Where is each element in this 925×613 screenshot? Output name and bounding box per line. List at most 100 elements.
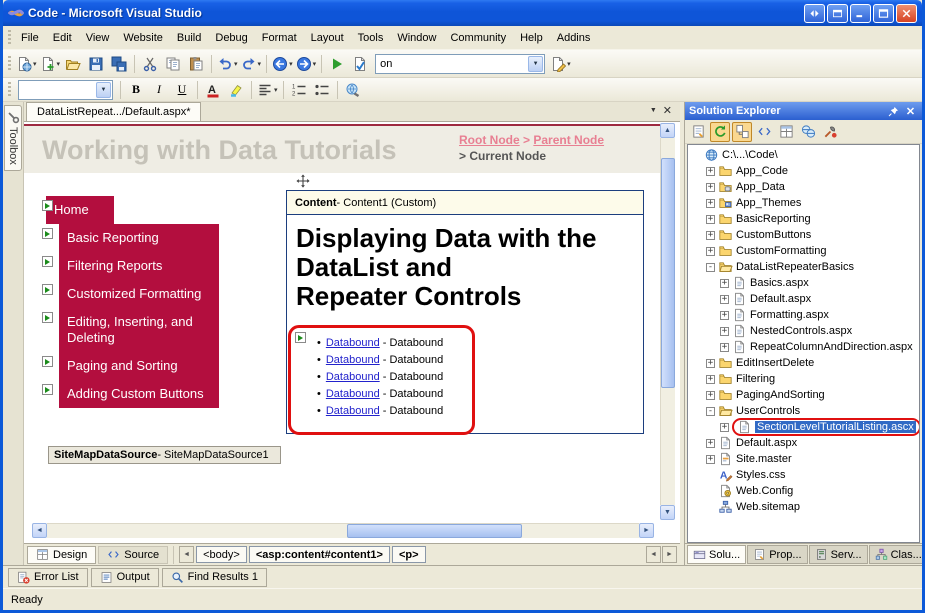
menu-layout[interactable]: Layout: [304, 28, 351, 48]
nav-forward-button[interactable]: ▾: [295, 53, 318, 75]
designer-menu-item-editing-inserting-and-deleting[interactable]: Editing, Inserting, and Deleting: [59, 308, 219, 352]
open-file-button[interactable]: [62, 53, 84, 75]
numbered-list-button[interactable]: 12: [288, 79, 310, 101]
maximize-button[interactable]: [873, 4, 894, 23]
se-tab-prop[interactable]: Prop...: [747, 545, 807, 564]
tree-item-customformatting[interactable]: +CustomFormatting: [688, 243, 919, 259]
menu-build[interactable]: Build: [170, 28, 208, 48]
scroll-down-icon[interactable]: ▼: [660, 505, 675, 520]
view-tab-design[interactable]: Design: [27, 546, 96, 564]
nest-related-button[interactable]: [732, 122, 752, 142]
horizontal-scrollbar[interactable]: ◄ ►: [32, 523, 654, 538]
nav-back-button[interactable]: ▾: [271, 53, 294, 75]
expand-icon[interactable]: +: [720, 279, 729, 288]
close-button[interactable]: ✕: [903, 104, 918, 118]
expand-icon[interactable]: +: [720, 311, 729, 320]
panel-tab-find-results-1[interactable]: Find Results 1: [162, 568, 267, 587]
databound-link[interactable]: Databound: [326, 354, 380, 366]
pin-button[interactable]: [886, 104, 901, 118]
designer-menu-item-adding-custom-buttons[interactable]: Adding Custom Buttons: [59, 380, 219, 408]
sitemapdatasource-control[interactable]: SiteMapDataSource - SiteMapDataSource1: [48, 446, 281, 464]
tree-item-pagingandsorting[interactable]: +PagingAndSorting: [688, 387, 919, 403]
copy-button[interactable]: [162, 53, 184, 75]
copy-website-button[interactable]: [798, 122, 818, 142]
expand-icon[interactable]: +: [706, 183, 715, 192]
tree-item-datalistrepeaterbasics[interactable]: -DataListRepeaterBasics: [688, 259, 919, 275]
designer-menu-item-filtering-reports[interactable]: Filtering Reports: [59, 252, 219, 280]
smart-tag-icon[interactable]: [42, 356, 53, 367]
tree-item-formatting-aspx[interactable]: +Formatting.aspx: [688, 307, 919, 323]
highlight-button[interactable]: [225, 79, 247, 101]
toolbar-combobox[interactable]: ▼: [18, 80, 113, 100]
view-code-button[interactable]: [754, 122, 774, 142]
scroll-left-icon[interactable]: ◄: [32, 523, 47, 538]
smart-tag-icon[interactable]: [42, 228, 53, 239]
add-item-button[interactable]: ▾: [39, 53, 62, 75]
format-bold-button[interactable]: B: [125, 79, 147, 101]
tree-item-app-code[interactable]: +App_Code: [688, 163, 919, 179]
databound-link[interactable]: Databound: [326, 405, 380, 417]
expand-icon[interactable]: +: [706, 439, 715, 448]
save-all-button[interactable]: [108, 53, 130, 75]
databound-link[interactable]: Databound: [326, 337, 380, 349]
move-handle-icon[interactable]: [296, 174, 310, 188]
tag-navigator-item[interactable]: <p>: [392, 546, 426, 563]
toolbar-combobox[interactable]: on▼: [375, 54, 545, 74]
properties-button[interactable]: [688, 122, 708, 142]
tree-item-app-data[interactable]: +App_Data: [688, 179, 919, 195]
paste-button[interactable]: [185, 53, 207, 75]
vertical-scrollbar[interactable]: ▲ ▼: [660, 123, 675, 520]
tree-item-repeatcolumnanddirection-aspx[interactable]: +RepeatColumnAndDirection.aspx: [688, 339, 919, 355]
se-tab-serv[interactable]: Serv...: [809, 545, 868, 564]
view-tab-source[interactable]: Source: [98, 546, 168, 564]
expand-icon[interactable]: +: [720, 423, 729, 432]
designer-menu-item-basic-reporting[interactable]: Basic Reporting: [59, 224, 219, 252]
expand-icon[interactable]: +: [706, 167, 715, 176]
expand-icon[interactable]: +: [720, 343, 729, 352]
expand-icon[interactable]: +: [706, 455, 715, 464]
tag-scroll-left-icon[interactable]: ◄: [646, 546, 661, 563]
vscroll-thumb[interactable]: [661, 158, 675, 388]
menu-view[interactable]: View: [79, 28, 117, 48]
find-pencil-button[interactable]: ▾: [549, 53, 572, 75]
menu-tools[interactable]: Tools: [351, 28, 391, 48]
panel-tab-output[interactable]: Output: [91, 568, 159, 587]
hscroll-thumb[interactable]: [347, 524, 522, 538]
hscroll-track[interactable]: [47, 523, 639, 538]
menubar-grip[interactable]: [8, 30, 11, 46]
hyperlink-button[interactable]: [342, 79, 364, 101]
tag-navigator-item[interactable]: <asp:content#content1>: [249, 546, 390, 563]
combobox-dropdown-icon[interactable]: ▼: [96, 82, 111, 98]
scroll-up-icon[interactable]: ▲: [660, 123, 675, 138]
tag-scroll-right-icon[interactable]: ►: [662, 546, 677, 563]
cut-button[interactable]: [139, 53, 161, 75]
close-button[interactable]: [896, 4, 917, 23]
tree-item-c-code[interactable]: C:\...\Code\: [688, 147, 919, 163]
document-list-dropdown-icon[interactable]: ▼: [650, 107, 657, 114]
tree-item-nestedcontrols-aspx[interactable]: +NestedControls.aspx: [688, 323, 919, 339]
collapse-icon[interactable]: -: [706, 407, 715, 416]
view-designer-button[interactable]: [776, 122, 796, 142]
menu-addins[interactable]: Addins: [550, 28, 598, 48]
se-tab-clas[interactable]: Clas...: [869, 545, 925, 564]
solution-explorer-header[interactable]: Solution Explorer ✕: [685, 102, 922, 120]
new-website-button[interactable]: ▾: [15, 53, 38, 75]
smart-tag-icon[interactable]: [42, 284, 53, 295]
expand-icon[interactable]: +: [720, 327, 729, 336]
panel-tab-error-list[interactable]: Error List: [8, 568, 88, 587]
close-document-icon[interactable]: ✕: [663, 104, 672, 117]
format-underline-button[interactable]: U: [171, 79, 193, 101]
start-debug-button[interactable]: [326, 53, 348, 75]
smart-tag-icon[interactable]: [42, 200, 53, 211]
tree-item-basicreporting[interactable]: +BasicReporting: [688, 211, 919, 227]
menu-edit[interactable]: Edit: [46, 28, 79, 48]
se-tab-solu[interactable]: Solu...: [687, 545, 746, 564]
align-button[interactable]: ▾: [256, 79, 279, 101]
tag-scroll-left-icon[interactable]: ◄: [179, 546, 194, 563]
smart-tag-icon[interactable]: [295, 332, 306, 343]
expand-icon[interactable]: +: [706, 231, 715, 240]
designer-menu-item-home[interactable]: Home: [46, 196, 114, 224]
expand-icon[interactable]: +: [706, 359, 715, 368]
asp-config-button[interactable]: [820, 122, 840, 142]
menu-help[interactable]: Help: [513, 28, 550, 48]
